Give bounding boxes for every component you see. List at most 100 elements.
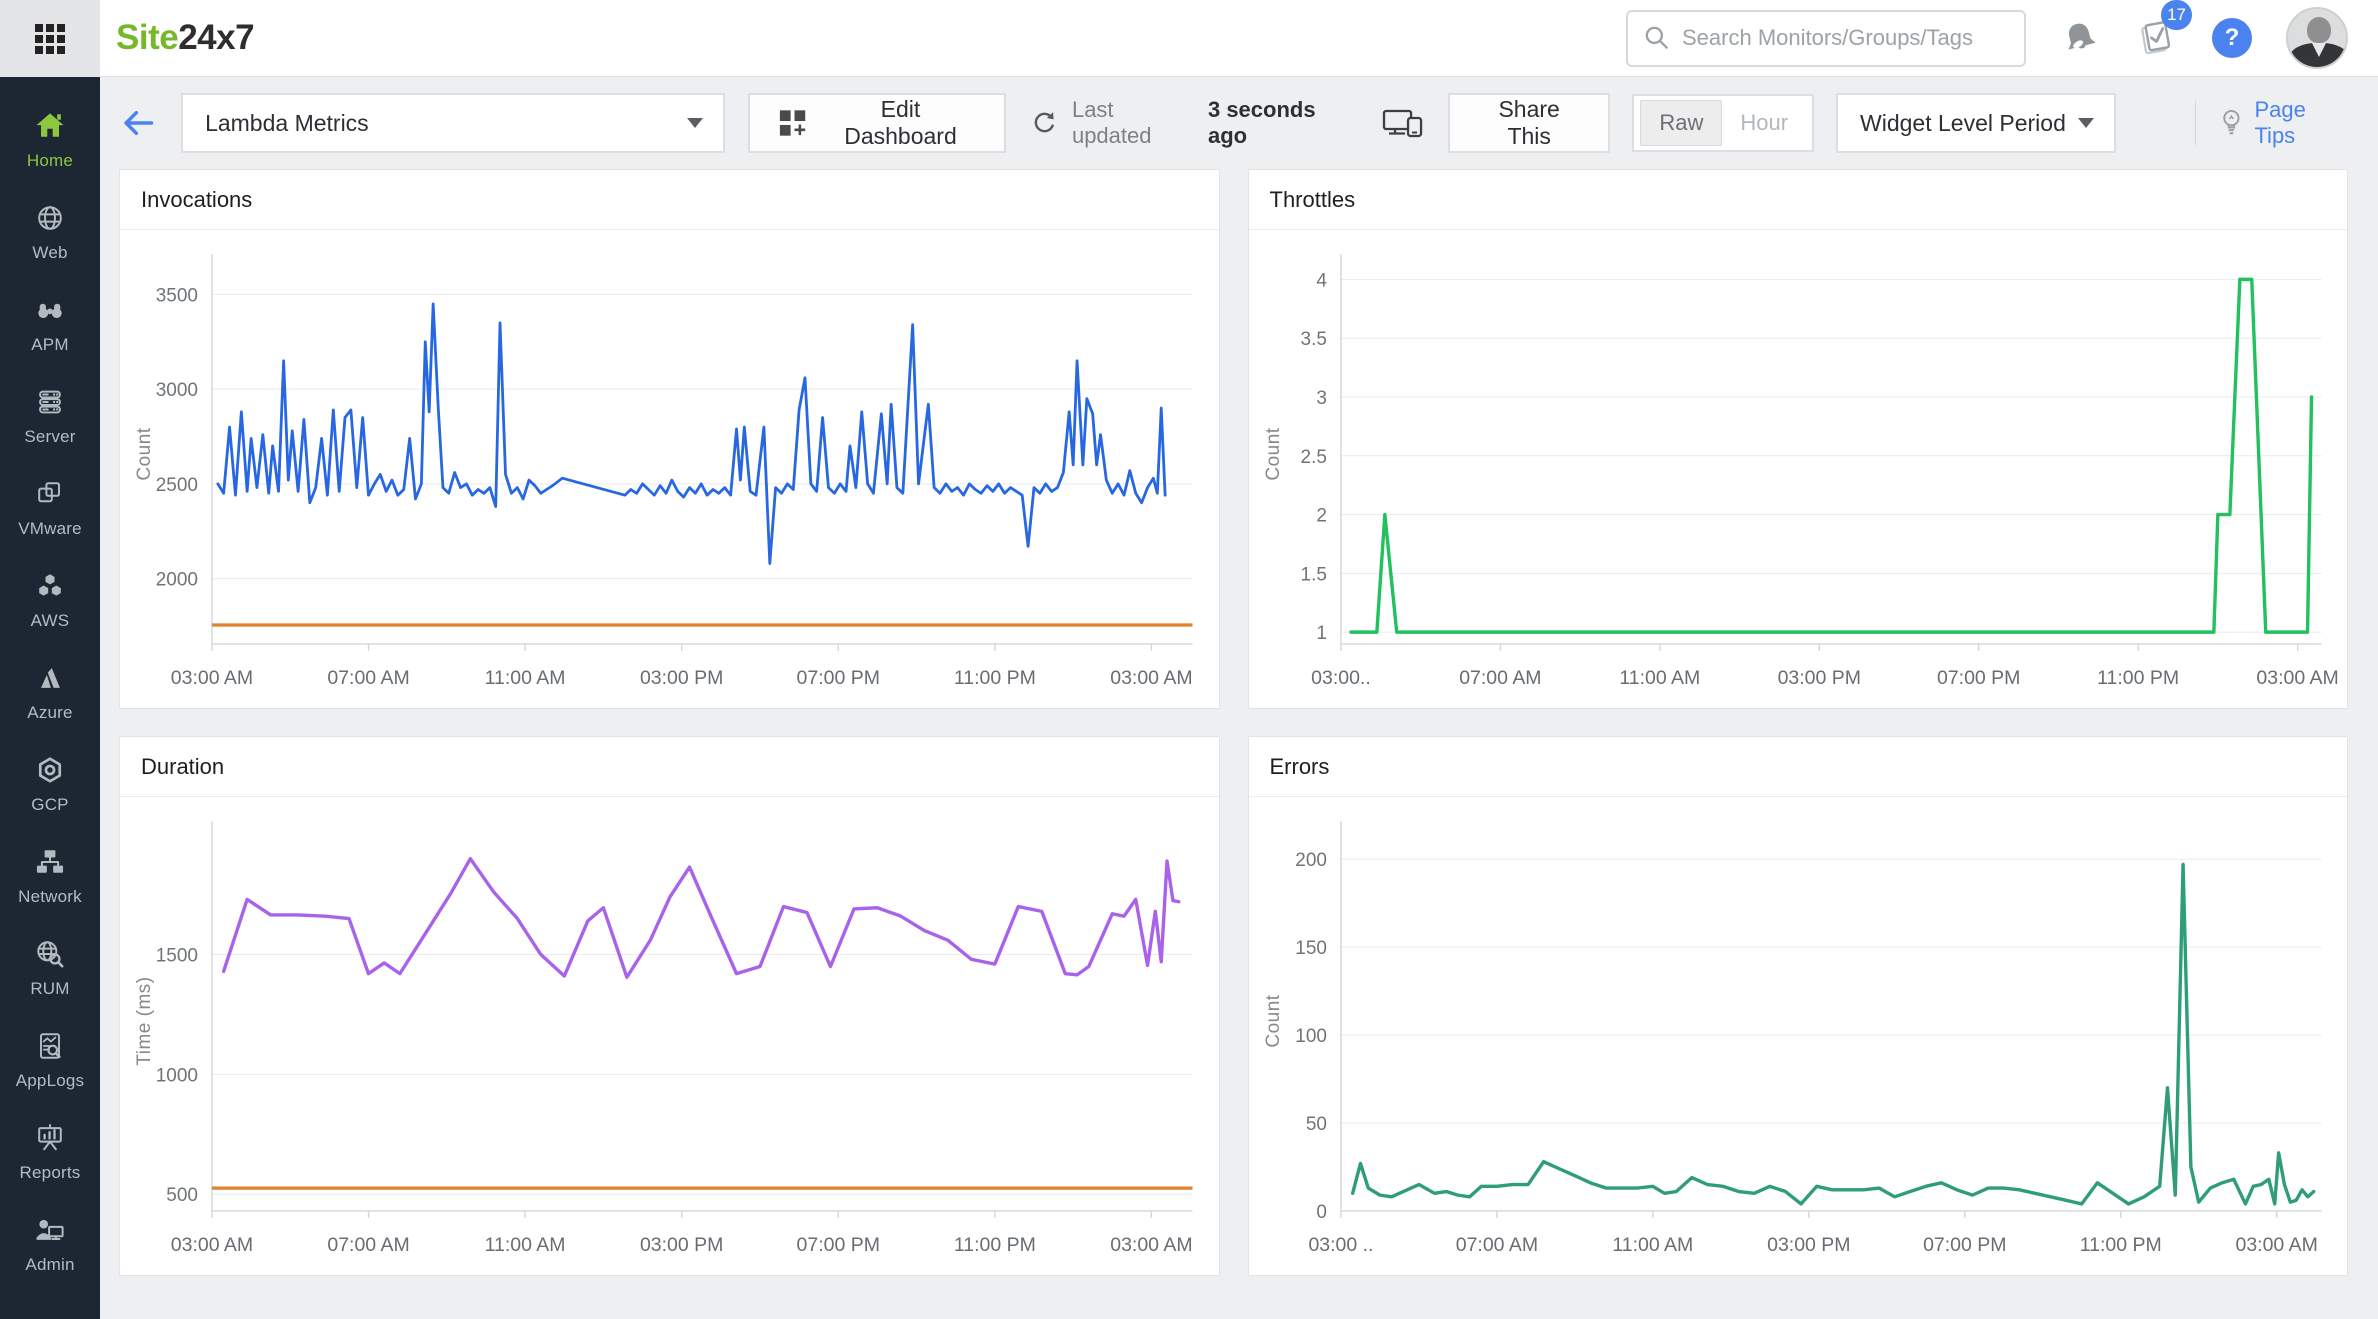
page-tips-button[interactable]: Page Tips: [2218, 97, 2348, 149]
svg-text:07:00 AM: 07:00 AM: [1459, 667, 1541, 689]
vmware-icon: [38, 481, 60, 502]
azure-icon: [41, 667, 60, 688]
sidebar-item-label: VMware: [18, 518, 82, 538]
sidebar-item-applogs[interactable]: AppLogs: [0, 1013, 100, 1105]
sidebar-item-label: APM: [31, 334, 69, 354]
svg-text:1000: 1000: [156, 1065, 198, 1086]
svg-text:03:00 AM: 03:00 AM: [171, 667, 253, 689]
reports-icon: [38, 1123, 62, 1150]
duration-chart: 500 1000 1500 03:00 AM 07:00 AM 11:00 AM 03:00…: [120, 797, 1219, 1275]
widget-title: Errors: [1248, 737, 2347, 797]
svg-text:03:00 PM: 03:00 PM: [1767, 1234, 1850, 1256]
apps-menu-button[interactable]: [0, 0, 100, 77]
segment-hour[interactable]: Hour: [1722, 101, 1806, 145]
sidebar-item-azure[interactable]: Azure: [0, 645, 100, 737]
edit-dashboard-icon: [779, 110, 806, 136]
widget-title: Duration: [120, 737, 1219, 797]
tasks-button[interactable]: 17: [2134, 0, 2192, 63]
svg-text:07:00 PM: 07:00 PM: [1937, 667, 2020, 689]
widgets-grid: Invocations 2000 2500 3000 3500 03:00 AM 07:0…: [100, 169, 2378, 1306]
sidebar-item-admin[interactable]: Admin: [0, 1197, 100, 1289]
throttles-line-chart: 1 1.5 2 2.5 3 3.5 4 03:00.. 07:00 AM 11:00 AM 03:0…: [1262, 254, 2338, 689]
last-updated-group: Last updated 3 seconds ago: [1029, 97, 1357, 149]
svg-text:Time (ms): Time (ms): [134, 976, 155, 1065]
aws-cubes-icon: [39, 573, 61, 596]
dashboard-toolbar: Lambda Metrics Edit Dashboard Last updat…: [100, 77, 2378, 169]
svg-text:03:00..: 03:00..: [1311, 667, 1371, 689]
dashboard-select[interactable]: Lambda Metrics: [181, 93, 726, 153]
admin-icon: [36, 1219, 64, 1240]
svg-text:03:00 PM: 03:00 PM: [640, 667, 723, 689]
page-tips-label: Page Tips: [2254, 97, 2306, 148]
main-content: Lambda Metrics Edit Dashboard Last updat…: [100, 77, 2378, 1319]
errors-line-chart: 0 50 100 150 200 03:00 .. 07:00 AM 11:00 AM 03:0…: [1262, 821, 2322, 1256]
sidebar-item-label: RUM: [30, 978, 70, 998]
sidebar-item-label: AppLogs: [15, 1070, 85, 1090]
svg-text:2.5: 2.5: [1300, 447, 1326, 468]
svg-text:3.5: 3.5: [1300, 329, 1326, 350]
sidebar-item-vmware[interactable]: VMware: [0, 461, 100, 553]
throttles-chart: 1 1.5 2 2.5 3 3.5 4 03:00.. 07:00 AM 11:00 AM 03:0…: [1249, 230, 2348, 708]
svg-text:11:00 AM: 11:00 AM: [1612, 1234, 1693, 1256]
refresh-icon[interactable]: [1029, 107, 1060, 139]
svg-text:2: 2: [1316, 506, 1327, 527]
svg-text:3500: 3500: [156, 285, 198, 306]
sidebar-item-aws[interactable]: AWS: [0, 553, 100, 645]
rum-icon: [37, 940, 64, 967]
sidebar-nav: Home Web APM Server VMware AWS Azure GCP…: [0, 77, 100, 1289]
svg-text:11:00 PM: 11:00 PM: [954, 1234, 1036, 1256]
sidebar-item-network[interactable]: Network: [0, 829, 100, 921]
share-this-button[interactable]: Share This: [1448, 93, 1611, 153]
back-arrow-icon[interactable]: [119, 103, 158, 143]
svg-text:2500: 2500: [156, 475, 198, 496]
svg-text:Count: Count: [134, 427, 155, 480]
bulb-icon: [2222, 109, 2240, 135]
svg-text:03:00 PM: 03:00 PM: [1777, 667, 1860, 689]
svg-text:07:00 PM: 07:00 PM: [1923, 1234, 2006, 1256]
sidebar-item-apm[interactable]: APM: [0, 277, 100, 369]
avatar-collar: [2312, 43, 2326, 57]
site24x7-logo: Site24x7: [116, 18, 255, 58]
sidebar-item-gcp[interactable]: GCP: [0, 737, 100, 829]
sidebar-item-label: AWS: [30, 610, 70, 630]
bell-icon[interactable]: [2060, 18, 2100, 58]
errors-chart: 0 50 100 150 200 03:00 .. 07:00 AM 11:00 AM 03:0…: [1249, 797, 2348, 1275]
svg-text:Count: Count: [1262, 427, 1283, 480]
svg-text:3000: 3000: [156, 380, 198, 401]
svg-text:03:00 ..: 03:00 ..: [1308, 1234, 1373, 1256]
svg-text:500: 500: [166, 1185, 198, 1206]
sidebar-item-label: Web: [32, 242, 68, 262]
dark-mode-moon-icon[interactable]: [2138, 105, 2173, 141]
svg-text:07:00 AM: 07:00 AM: [327, 1234, 409, 1256]
duration-line-chart: 500 1000 1500 03:00 AM 07:00 AM 11:00 AM 03:00…: [134, 821, 1193, 1256]
sidebar-item-rum[interactable]: RUM: [0, 921, 100, 1013]
segment-raw[interactable]: Raw: [1640, 100, 1723, 146]
sidebar-item-home[interactable]: Home: [0, 93, 100, 185]
raw-hour-toggle: Raw Hour: [1632, 94, 1815, 152]
sidebar-item-web[interactable]: Web: [0, 185, 100, 277]
widget-title: Throttles: [1248, 170, 2347, 230]
app-rail: Home Web APM Server VMware AWS Azure GCP…: [0, 0, 100, 1319]
avatar-head: [2307, 17, 2331, 43]
chevron-down-icon: [2078, 118, 2095, 128]
widget-errors: Errors 0 50 100 150 200 03:00 .. 07:00 AM 11:00…: [1247, 736, 2348, 1276]
svg-text:1: 1: [1316, 623, 1327, 644]
help-glyph: ?: [2224, 24, 2240, 51]
svg-text:4: 4: [1316, 270, 1327, 291]
sidebar-item-server[interactable]: Server: [0, 369, 100, 461]
svg-text:11:00 PM: 11:00 PM: [2079, 1234, 2161, 1256]
devices-icon[interactable]: [1380, 103, 1426, 143]
svg-text:03:00 AM: 03:00 AM: [1110, 667, 1192, 689]
help-icon[interactable]: ?: [2212, 18, 2252, 58]
global-search[interactable]: [1626, 9, 2026, 67]
avatar[interactable]: [2286, 7, 2348, 69]
edit-dashboard-button[interactable]: Edit Dashboard: [748, 93, 1006, 153]
widget-throttles: Throttles 1 1.5 2 2.5 3 3.5 4 03:00.. 07:00 AM 11…: [1247, 169, 2348, 709]
widget-invocations: Invocations 2000 2500 3000 3500 03:00 AM 07:0…: [119, 169, 1220, 709]
sidebar-item-label: Home: [26, 150, 74, 170]
search-input[interactable]: [1682, 25, 2010, 51]
last-updated-value: 3 seconds ago: [1207, 97, 1316, 148]
svg-text:11:00 PM: 11:00 PM: [954, 667, 1036, 689]
sidebar-item-reports[interactable]: Reports: [0, 1105, 100, 1197]
widget-period-select[interactable]: Widget Level Period: [1836, 93, 2117, 153]
